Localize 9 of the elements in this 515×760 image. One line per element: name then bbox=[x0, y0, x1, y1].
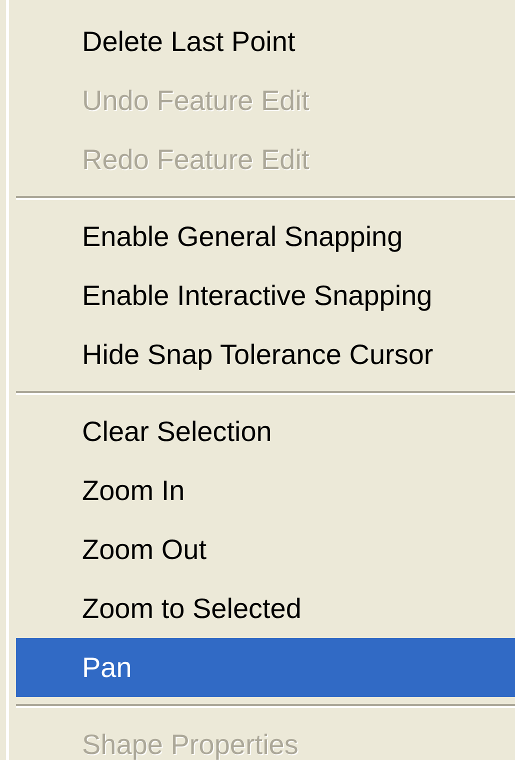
menu-item[interactable]: Zoom In bbox=[16, 461, 515, 520]
menu-item[interactable]: Pan bbox=[16, 638, 515, 697]
menu-item[interactable]: Enable General Snapping bbox=[16, 207, 515, 266]
menu-item[interactable]: Zoom Out bbox=[16, 520, 515, 579]
menu-item[interactable]: Clear Selection bbox=[16, 402, 515, 461]
menu-item[interactable]: Hide Snap Tolerance Cursor bbox=[16, 325, 515, 384]
menu-item[interactable]: Zoom to Selected bbox=[16, 579, 515, 638]
menu-item[interactable]: Enable Interactive Snapping bbox=[16, 266, 515, 325]
menu-item[interactable]: Delete Last Point bbox=[16, 12, 515, 71]
